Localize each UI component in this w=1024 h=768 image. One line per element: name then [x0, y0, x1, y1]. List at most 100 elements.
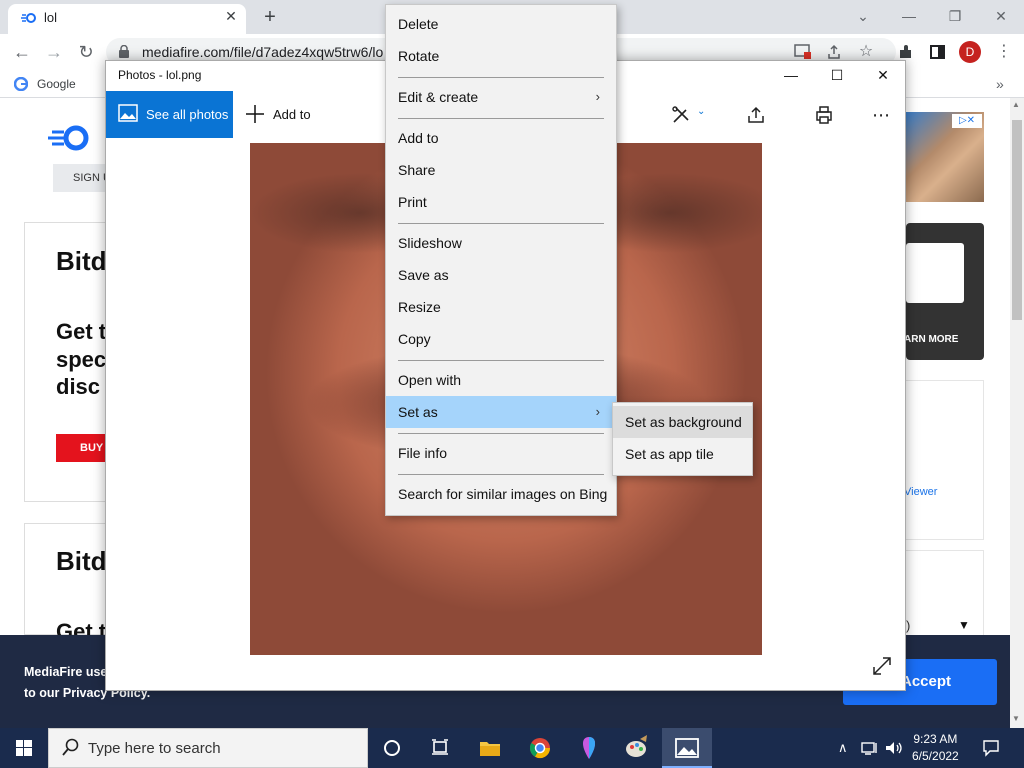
buy-button[interactable]: BUY — [56, 434, 106, 462]
add-to-button[interactable]: Add to — [273, 107, 311, 122]
network-icon[interactable] — [860, 740, 880, 756]
side-panel-icon[interactable] — [930, 45, 945, 59]
cortana-icon[interactable] — [377, 733, 407, 763]
task-view-icon[interactable] — [425, 733, 455, 763]
ad-card-heading: Bitd — [56, 246, 107, 276]
menu-item-label: Resize — [398, 299, 441, 315]
menu-item-file-info[interactable]: File info — [386, 437, 616, 469]
menu-separator — [398, 360, 604, 361]
photos-gallery-icon — [118, 104, 138, 122]
edit-create-chevron-icon[interactable]: ⌄ — [697, 106, 705, 117]
ad-card-line: disc — [56, 374, 101, 399]
menu-item-label: Share — [398, 162, 436, 178]
share-icon[interactable] — [745, 104, 767, 126]
menu-item-open-with[interactable]: Open with — [386, 364, 616, 396]
scroll-up-icon[interactable]: ▲ — [1012, 100, 1020, 109]
menu-item-label: Open with — [398, 372, 462, 388]
ad-white-box — [906, 243, 964, 303]
google-logo-icon — [14, 77, 28, 91]
taskbar-clock[interactable]: 9:23 AM 6/5/2022 — [912, 731, 959, 765]
menu-item-set-as[interactable]: Set as › — [386, 396, 616, 428]
photos-app-icon — [675, 738, 699, 758]
scrollbar-thumb[interactable] — [1012, 120, 1022, 320]
menu-item-resize[interactable]: Resize — [386, 291, 616, 323]
share-page-icon[interactable] — [826, 44, 842, 60]
show-hidden-icons-icon[interactable]: ∧ — [838, 740, 848, 756]
menu-separator — [398, 474, 604, 475]
ad-card-line: spec — [56, 347, 107, 372]
menu-item-label: Add to — [398, 130, 439, 146]
menu-item-delete[interactable]: Delete — [386, 8, 616, 40]
side-select-card — [906, 550, 984, 640]
back-button[interactable]: ← — [10, 41, 34, 63]
notifications-icon[interactable] — [982, 739, 1000, 757]
adchoices-icon[interactable]: ▷✕ — [952, 114, 982, 128]
taskbar-search-placeholder: Type here to search — [88, 740, 221, 757]
menu-item-label: Print — [398, 194, 427, 210]
bookmarks-overflow-icon[interactable]: » — [996, 76, 1004, 92]
photos-maximize-button[interactable]: ☐ — [814, 64, 860, 86]
new-tab-button[interactable]: + — [258, 6, 282, 28]
select-caret-icon[interactable]: ▼ — [958, 618, 970, 632]
menu-separator — [398, 223, 604, 224]
menu-item-search-bing[interactable]: Search for similar images on Bing — [386, 478, 616, 510]
chevron-right-icon: › — [595, 89, 600, 104]
menu-item-label: File info — [398, 445, 448, 461]
menu-item-edit-create[interactable]: Edit & create › — [386, 81, 616, 113]
profile-avatar[interactable]: D — [959, 41, 981, 63]
browser-minimize-button[interactable]: — — [886, 4, 932, 28]
more-options-icon[interactable]: ⋯ — [870, 104, 892, 126]
menu-item-share[interactable]: Share — [386, 154, 616, 186]
chrome-menu-icon[interactable]: ⋮ — [992, 41, 1016, 63]
extensions-icon[interactable] — [898, 44, 914, 60]
lock-icon[interactable] — [118, 45, 130, 58]
volume-icon[interactable] — [884, 740, 904, 756]
mediafire-logo-icon[interactable] — [46, 124, 106, 152]
windows-start-icon[interactable] — [0, 728, 48, 768]
print-icon[interactable] — [813, 104, 835, 126]
menu-item-rotate[interactable]: Rotate — [386, 40, 616, 72]
menu-separator — [398, 433, 604, 434]
menu-item-label: Copy — [398, 331, 431, 347]
menu-item-label: Set as — [398, 404, 438, 420]
menu-item-copy[interactable]: Copy — [386, 323, 616, 355]
menu-item-label: Slideshow — [398, 235, 462, 251]
submenu-item-set-as-background[interactable]: Set as background — [613, 406, 752, 438]
browser-restore-button[interactable]: ❐ — [932, 4, 978, 28]
mediafire-favicon-icon — [21, 13, 36, 23]
file-explorer-icon[interactable] — [475, 733, 505, 763]
viewer-link[interactable]: Viewer — [904, 486, 937, 498]
browser-close-button[interactable]: ✕ — [978, 4, 1024, 28]
forward-button[interactable]: → — [42, 41, 66, 63]
edit-create-icon[interactable] — [670, 104, 692, 126]
menu-item-add-to[interactable]: Add to — [386, 122, 616, 154]
popup-blocked-icon[interactable] — [794, 44, 812, 60]
scroll-down-icon[interactable]: ▼ — [1012, 714, 1020, 723]
add-icon[interactable] — [245, 104, 265, 124]
submenu-item-set-as-app-tile[interactable]: Set as app tile — [613, 438, 752, 470]
ad-card-heading: Bitd — [56, 546, 107, 576]
menu-item-print[interactable]: Print — [386, 186, 616, 218]
signup-button[interactable]: SIGN U — [53, 164, 113, 192]
tab-search-icon[interactable]: ⌄ — [840, 4, 886, 28]
paint-3d-icon[interactable] — [574, 733, 604, 763]
photos-minimize-button[interactable]: — — [768, 64, 814, 86]
search-icon — [62, 738, 79, 756]
learn-more-button[interactable]: ARN MORE — [904, 334, 958, 345]
chrome-icon[interactable] — [525, 733, 555, 763]
url-text[interactable]: mediafire.com/file/d7adez4xqw5trw6/lo — [142, 44, 383, 60]
bookmark-google[interactable]: Google — [37, 77, 76, 91]
menu-item-slideshow[interactable]: Slideshow — [386, 227, 616, 259]
menu-item-save-as[interactable]: Save as — [386, 259, 616, 291]
menu-item-label: Save as — [398, 267, 449, 283]
paint-icon[interactable] — [622, 733, 652, 763]
tab-title: lol — [44, 10, 58, 25]
tab-close-icon[interactable]: ✕ — [222, 7, 240, 25]
full-screen-icon[interactable] — [872, 656, 892, 676]
select-value[interactable]: ) — [906, 618, 910, 633]
reload-button[interactable]: ↻ — [74, 41, 98, 63]
clock-date: 6/5/2022 — [912, 749, 959, 763]
clock-time: 9:23 AM — [913, 732, 958, 746]
photos-close-button[interactable]: ✕ — [860, 64, 906, 86]
menu-item-label: Search for similar images on Bing — [398, 486, 608, 502]
